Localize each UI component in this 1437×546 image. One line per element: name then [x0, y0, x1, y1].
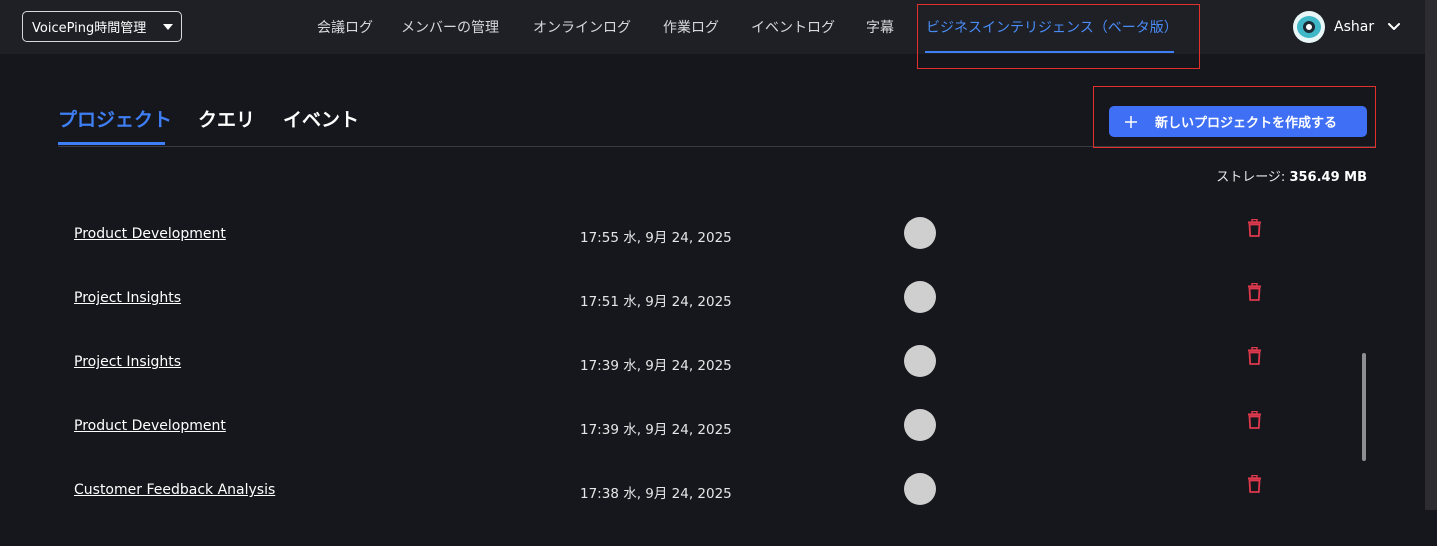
project-name-link[interactable]: Project Insights [74, 290, 181, 306]
trash-icon[interactable] [1247, 411, 1262, 429]
project-date: 17:39 水, 9月 24, 2025 [580, 358, 732, 374]
project-owner-avatar [904, 345, 936, 377]
nav-item-subtitles[interactable]: 字幕 [866, 17, 894, 37]
project-row: Product Development 17:39 水, 9月 24, 2025 [0, 409, 1400, 482]
project-name-link[interactable]: Product Development [74, 418, 226, 434]
project-row: Project Insights 17:51 水, 9月 24, 2025 [0, 281, 1400, 354]
storage-value: 356.49 MB [1289, 170, 1367, 185]
user-name: Ashar [1334, 19, 1375, 35]
project-name-link[interactable]: Customer Feedback Analysis [74, 482, 275, 498]
tab-events[interactable]: イベント [283, 105, 359, 132]
trash-icon[interactable] [1247, 219, 1262, 237]
project-row: Product Development 17:55 水, 9月 24, 2025 [0, 217, 1400, 290]
tab-queries[interactable]: クエリ [198, 105, 255, 132]
project-owner-avatar [904, 281, 936, 313]
trash-icon[interactable] [1247, 347, 1262, 365]
project-owner-avatar [904, 409, 936, 441]
create-project-label: 新しいプロジェクトを作成する [1155, 116, 1338, 131]
storage-usage: ストレージ: 356.49 MB [1216, 166, 1367, 185]
nav-item-work-log[interactable]: 作業ログ [663, 17, 719, 37]
nav-active-indicator [925, 51, 1174, 53]
tab-projects[interactable]: プロジェクト [58, 105, 172, 132]
nav-item-business-intelligence[interactable]: ビジネスインテリジェンス（ベータ版） [926, 17, 1178, 37]
plus-icon [1125, 115, 1137, 128]
project-owner-avatar [904, 473, 936, 505]
project-date: 17:38 水, 9月 24, 2025 [580, 486, 732, 502]
project-date: 17:39 水, 9月 24, 2025 [580, 422, 732, 438]
top-navigation-bar: VoicePing時間管理 会議ログ メンバーの管理 オンラインログ 作業ログ … [0, 0, 1425, 54]
project-name-link[interactable]: Project Insights [74, 354, 181, 370]
project-date: 17:51 水, 9月 24, 2025 [580, 294, 732, 310]
create-project-button[interactable]: 新しいプロジェクトを作成する [1109, 106, 1367, 137]
nav-item-meeting-log[interactable]: 会議ログ [317, 17, 373, 37]
scrollbar-thumb[interactable] [1362, 353, 1366, 461]
project-name-link[interactable]: Product Development [74, 226, 226, 242]
storage-label: ストレージ: [1216, 170, 1286, 185]
avatar [1293, 11, 1325, 43]
project-owner-avatar [904, 217, 936, 249]
eye-avatar-icon [1303, 21, 1315, 33]
nav-item-member-management[interactable]: メンバーの管理 [401, 17, 499, 37]
tab-active-indicator [58, 142, 165, 145]
chevron-down-icon [1388, 23, 1401, 30]
project-row: Project Insights 17:39 水, 9月 24, 2025 [0, 345, 1400, 418]
project-date: 17:55 水, 9月 24, 2025 [580, 230, 732, 246]
nav-item-online-log[interactable]: オンラインログ [533, 17, 631, 37]
nav-item-event-log[interactable]: イベントログ [751, 17, 835, 37]
trash-icon[interactable] [1247, 475, 1262, 493]
project-row: Customer Feedback Analysis 17:38 水, 9月 2… [0, 473, 1400, 546]
tabs-divider [58, 146, 1376, 147]
window-edge [1425, 0, 1437, 510]
user-menu[interactable]: Ashar [1293, 10, 1401, 44]
trash-icon[interactable] [1247, 283, 1262, 301]
main-nav: 会議ログ メンバーの管理 オンラインログ 作業ログ イベントログ 字幕 ビジネス… [0, 0, 1425, 54]
